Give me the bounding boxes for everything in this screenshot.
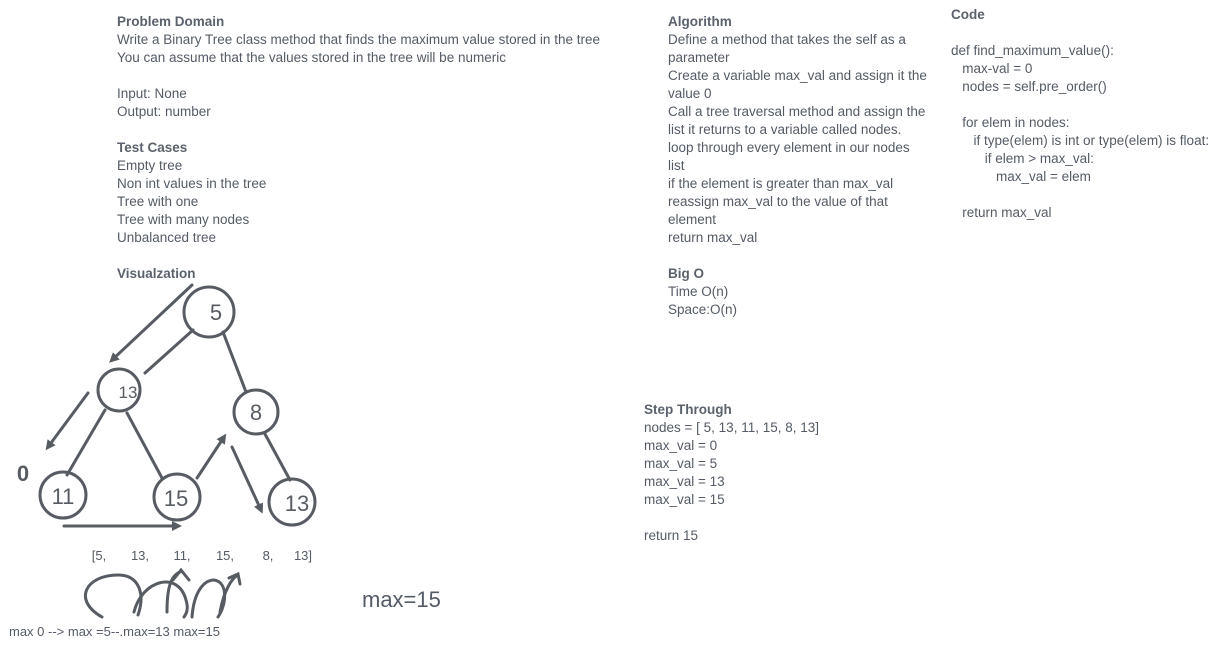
tree-node-label: 5 [210, 300, 222, 325]
traversal-arrow [195, 433, 227, 480]
output-spec: Output: number [117, 104, 211, 119]
test-case: Non int values in the tree [117, 176, 267, 191]
algorithm-line: list it returns to a variable called nod… [668, 122, 902, 137]
code-line: max-val = 0 [951, 61, 1033, 76]
code-line: if elem > max_val: [951, 151, 1094, 166]
test-case: Empty tree [117, 158, 183, 173]
list-token: 8, [263, 548, 274, 563]
list-token: 15, [216, 548, 234, 563]
code-line: if type(elem) is int or type(elem) is fl… [951, 133, 1210, 148]
algorithm-line: list [668, 158, 685, 173]
problem-domain-section: Problem Domain Write a Binary Tree class… [117, 13, 600, 283]
space-complexity: Space:O(n) [668, 302, 738, 317]
step-line: nodes = [ 5, 13, 11, 15, 8, 13] [644, 420, 820, 435]
list-token: 13] [294, 548, 312, 563]
big-o-heading: Big O [668, 266, 704, 281]
step-result: return 15 [644, 528, 699, 543]
algorithm-line: return max_val [668, 230, 758, 245]
algorithm-heading: Algorithm [668, 14, 732, 29]
code-line: def find_maximum_value(): [951, 43, 1114, 58]
problem-line-1: Write a Binary Tree class method that fi… [117, 32, 600, 47]
algorithm-line: parameter [668, 50, 730, 65]
time-complexity: Time O(n) [668, 284, 729, 299]
algorithm-section: Algorithm Define a method that takes the… [668, 13, 927, 319]
traversal-arrow [45, 391, 90, 451]
trace-note: max 0 --> max =5--.max=13 max=15 [9, 624, 220, 639]
step-line: max_val = 0 [644, 438, 718, 453]
edge-8-13 [263, 432, 292, 482]
code-line: return max_val [951, 205, 1052, 220]
tree-node-label: 15 [164, 486, 188, 511]
list-token: 11, [173, 548, 190, 563]
step-line: max_val = 13 [644, 474, 725, 489]
algorithm-line: if the element is greater than max_val [668, 176, 894, 191]
algorithm-line: Define a method that takes the self as a [668, 32, 906, 47]
edge-13-15 [125, 411, 164, 480]
code-line: for elem in nodes: [951, 115, 1070, 130]
list-token: 13, [131, 548, 149, 563]
loop-arrow [83, 573, 143, 619]
traversal-arrow [230, 445, 264, 514]
code-section: Code def find_maximum_value(): max-val =… [951, 6, 1209, 222]
problem-domain-heading: Problem Domain [117, 14, 225, 29]
code-heading: Code [951, 7, 985, 22]
step-line: max_val = 5 [644, 456, 718, 471]
step-line: max_val = 15 [644, 492, 725, 507]
step-through-heading: Step Through [644, 402, 732, 417]
algorithm-line: Create a variable max_val and assign it … [668, 68, 927, 83]
tree-node-label: 8 [250, 400, 262, 425]
edge-5-8 [221, 330, 248, 394]
zero-mark: 0 [17, 461, 29, 486]
test-cases-heading: Test Cases [117, 140, 188, 155]
test-case: Tree with one [117, 194, 199, 209]
input-spec: Input: None [117, 86, 187, 101]
test-case: Tree with many nodes [117, 212, 250, 227]
step-through-section: Step Through nodes = [ 5, 13, 11, 15, 8,… [644, 401, 819, 545]
code-line: max_val = elem [951, 169, 1091, 184]
algorithm-line: element [668, 212, 717, 227]
code-line: nodes = self.pre_order() [951, 79, 1107, 94]
traversal-arrow [109, 283, 194, 363]
algorithm-line: loop through every element in our nodes [668, 140, 910, 155]
problem-line-2: You can assume that the values stored in… [117, 50, 506, 65]
algorithm-line: reassign max_val to the value of that [668, 194, 888, 209]
algorithm-line: Call a tree traversal method and assign … [668, 104, 926, 119]
tree-node-label: 13 [119, 383, 138, 402]
tree-node-label: 11 [52, 484, 75, 509]
edge-13-11 [65, 408, 107, 477]
algorithm-line: value 0 [668, 86, 712, 101]
test-case: Unbalanced tree [117, 230, 217, 245]
tree-node-label: 13 [285, 491, 309, 516]
max-note: max=15 [362, 587, 441, 612]
edge-5-13 [143, 328, 195, 375]
tree-diagram: 5 13 8 11 15 13 0 [5, 13, 11, 15, 8, 13]… [9, 283, 441, 639]
list-token: [5, [92, 548, 106, 563]
